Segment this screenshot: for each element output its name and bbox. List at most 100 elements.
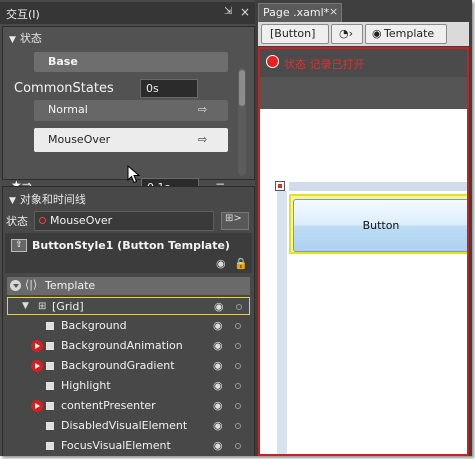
current-state-value: MouseOver xyxy=(50,214,113,227)
group-duration-input[interactable]: 0s xyxy=(140,79,198,98)
state-group-name: CommonStates xyxy=(14,81,114,96)
close-icon[interactable]: × xyxy=(240,5,250,19)
tree-row-label: BackgroundAnimation xyxy=(61,339,183,352)
add-transition-icon[interactable]: ⇨ xyxy=(198,133,207,146)
tree-row[interactable]: Background ◉ xyxy=(7,317,250,335)
tree-row-grid[interactable]: ▼ ⊞ [Grid] ◉ xyxy=(7,297,250,315)
grid-ruler-top[interactable] xyxy=(289,182,467,191)
blend-window: 交互(I) ⇲ × ▼ 状态 Base CommonStates 0s Norma… xyxy=(0,0,472,456)
tree-row-label: [Grid] xyxy=(52,300,84,313)
scrollbar-thumb[interactable] xyxy=(239,70,245,106)
objects-header-label: 对象和时间线 xyxy=(19,193,86,206)
eye-icon[interactable]: ◉ xyxy=(213,399,223,412)
breadcrumb-style-icon[interactable]: ◔› xyxy=(331,24,363,44)
tree-row[interactable]: Highlight ◉ xyxy=(7,377,250,395)
record-indicator-icon xyxy=(39,217,46,224)
breadcrumb: [Button] ◔› ◉ Template xyxy=(258,22,469,46)
objects-header[interactable]: ▼ 对象和时间线 xyxy=(9,191,86,207)
document-panel: Page .xaml* × [Button] ◔› ◉ Template 状态 … xyxy=(255,0,472,456)
lock-dot-icon[interactable] xyxy=(236,304,242,310)
tree-row[interactable]: BackgroundGradient ◉ xyxy=(7,357,250,375)
lock-dot-icon[interactable] xyxy=(235,323,241,329)
element-icon xyxy=(46,442,54,450)
eye-icon[interactable]: ◉ xyxy=(213,439,223,452)
style-scope-bar[interactable]: ⇧ ButtonStyle1 (Button Template) ◉ 🔒 xyxy=(5,233,252,273)
element-icon xyxy=(46,382,54,390)
element-icon xyxy=(46,342,54,350)
collapse-circle-icon[interactable] xyxy=(10,280,21,291)
states-panel: ▼ 状态 Base CommonStates 0s Normal ⇨ MouseO… xyxy=(2,26,255,197)
tree-row-label: contentPresenter xyxy=(61,399,156,412)
tree-row-label: FocusVisualElement xyxy=(61,439,171,452)
animation-play-icon[interactable] xyxy=(31,400,43,412)
timeline-icon: ⊞> xyxy=(225,213,242,224)
states-scrollbar[interactable] xyxy=(238,68,246,176)
element-icon xyxy=(46,422,54,430)
close-tab-icon[interactable]: × xyxy=(329,5,338,18)
tree-row[interactable]: BackgroundAnimation ◉ xyxy=(7,337,250,355)
breadcrumb-template[interactable]: ◉ Template xyxy=(365,24,447,44)
eye-icon[interactable]: ◉ xyxy=(213,359,223,372)
state-label: 状态 xyxy=(6,215,28,228)
style-icon: ◔› xyxy=(339,27,353,40)
eye-icon[interactable]: ◉ xyxy=(214,300,224,313)
breadcrumb-label: [Button] xyxy=(270,27,316,40)
artboard[interactable]: 状态 记录已打开 Button xyxy=(258,47,469,456)
state-item-label: Normal xyxy=(48,103,88,116)
animation-play-icon[interactable] xyxy=(31,340,43,352)
add-transition-icon[interactable]: ⇨ xyxy=(198,103,207,116)
tab-page-xaml[interactable]: Page .xaml* × xyxy=(258,3,342,22)
expand-icon[interactable]: ▼ xyxy=(22,301,29,311)
recording-bar: 状态 记录已打开 xyxy=(260,49,467,77)
recording-status: 状态 记录已打开 xyxy=(284,58,365,71)
eye-icon[interactable]: ◉ xyxy=(213,379,223,392)
pin-icon[interactable]: ⇲ xyxy=(224,6,232,17)
state-item-normal[interactable]: Normal ⇨ xyxy=(34,100,228,121)
collapse-icon: ▼ xyxy=(9,35,16,45)
scope-up-icon[interactable]: ⇧ xyxy=(11,239,27,252)
preview-button[interactable]: Button xyxy=(293,199,467,252)
state-item-mouseover[interactable]: MouseOver ⇨ xyxy=(34,128,228,152)
grid-icon: ⊞ xyxy=(38,301,47,312)
timeline-toggle-button[interactable]: ⊞> xyxy=(221,212,249,230)
states-header[interactable]: ▼ 状态 xyxy=(9,30,42,46)
group-duration-value: 0s xyxy=(146,82,159,95)
panel-title: 交互(I) xyxy=(6,8,40,21)
template-row[interactable]: ⟨|⟩ Template xyxy=(7,277,250,295)
current-state-field[interactable]: MouseOver xyxy=(34,211,214,231)
lock-dot-icon[interactable] xyxy=(235,383,241,389)
grid-ruler-left[interactable] xyxy=(277,191,287,454)
states-header-label: 状态 xyxy=(19,32,42,45)
mouse-cursor-icon xyxy=(127,165,141,184)
tree-row[interactable]: DisabledVisualElement ◉ xyxy=(7,417,250,435)
lock-dot-icon[interactable] xyxy=(235,343,241,349)
lock-dot-icon[interactable] xyxy=(235,423,241,429)
record-icon[interactable] xyxy=(266,55,279,68)
objects-timeline-panel: ▼ 对象和时间线 状态 MouseOver ⊞> ⇧ ButtonStyle1 (… xyxy=(2,186,255,456)
base-state-button[interactable]: Base xyxy=(34,52,228,72)
style-name: ButtonStyle1 (Button Template) xyxy=(32,239,230,252)
breadcrumb-button[interactable]: [Button] xyxy=(261,24,329,44)
animation-play-icon[interactable] xyxy=(31,360,43,372)
lock-dot-icon[interactable] xyxy=(235,363,241,369)
eye-icon[interactable]: ◉ xyxy=(213,319,223,332)
element-icon xyxy=(46,322,54,330)
state-item-label: MouseOver xyxy=(48,133,111,146)
eye-icon[interactable]: ◉ xyxy=(216,257,226,270)
tree-row[interactable]: contentPresenter ◉ xyxy=(7,397,250,415)
tree-row[interactable]: FocusVisualElement ◉ xyxy=(7,437,250,455)
eye-icon[interactable]: ◉ xyxy=(213,339,223,352)
tree-row-label: BackgroundGradient xyxy=(61,359,175,372)
template-label: Template xyxy=(45,279,96,292)
element-icon xyxy=(46,362,54,370)
eye-icon[interactable]: ◉ xyxy=(213,419,223,432)
lock-dot-icon[interactable] xyxy=(235,443,241,449)
lock-dot-icon[interactable] xyxy=(235,403,241,409)
preview-button-label: Button xyxy=(362,219,400,232)
collapse-icon: ▼ xyxy=(9,196,16,206)
lock-icon[interactable]: 🔒 xyxy=(234,257,248,270)
grid-adorner-icon[interactable] xyxy=(275,181,285,191)
tree-row-label: Highlight xyxy=(61,379,111,392)
canvas-surface xyxy=(260,109,467,454)
canvas-background xyxy=(260,77,467,109)
